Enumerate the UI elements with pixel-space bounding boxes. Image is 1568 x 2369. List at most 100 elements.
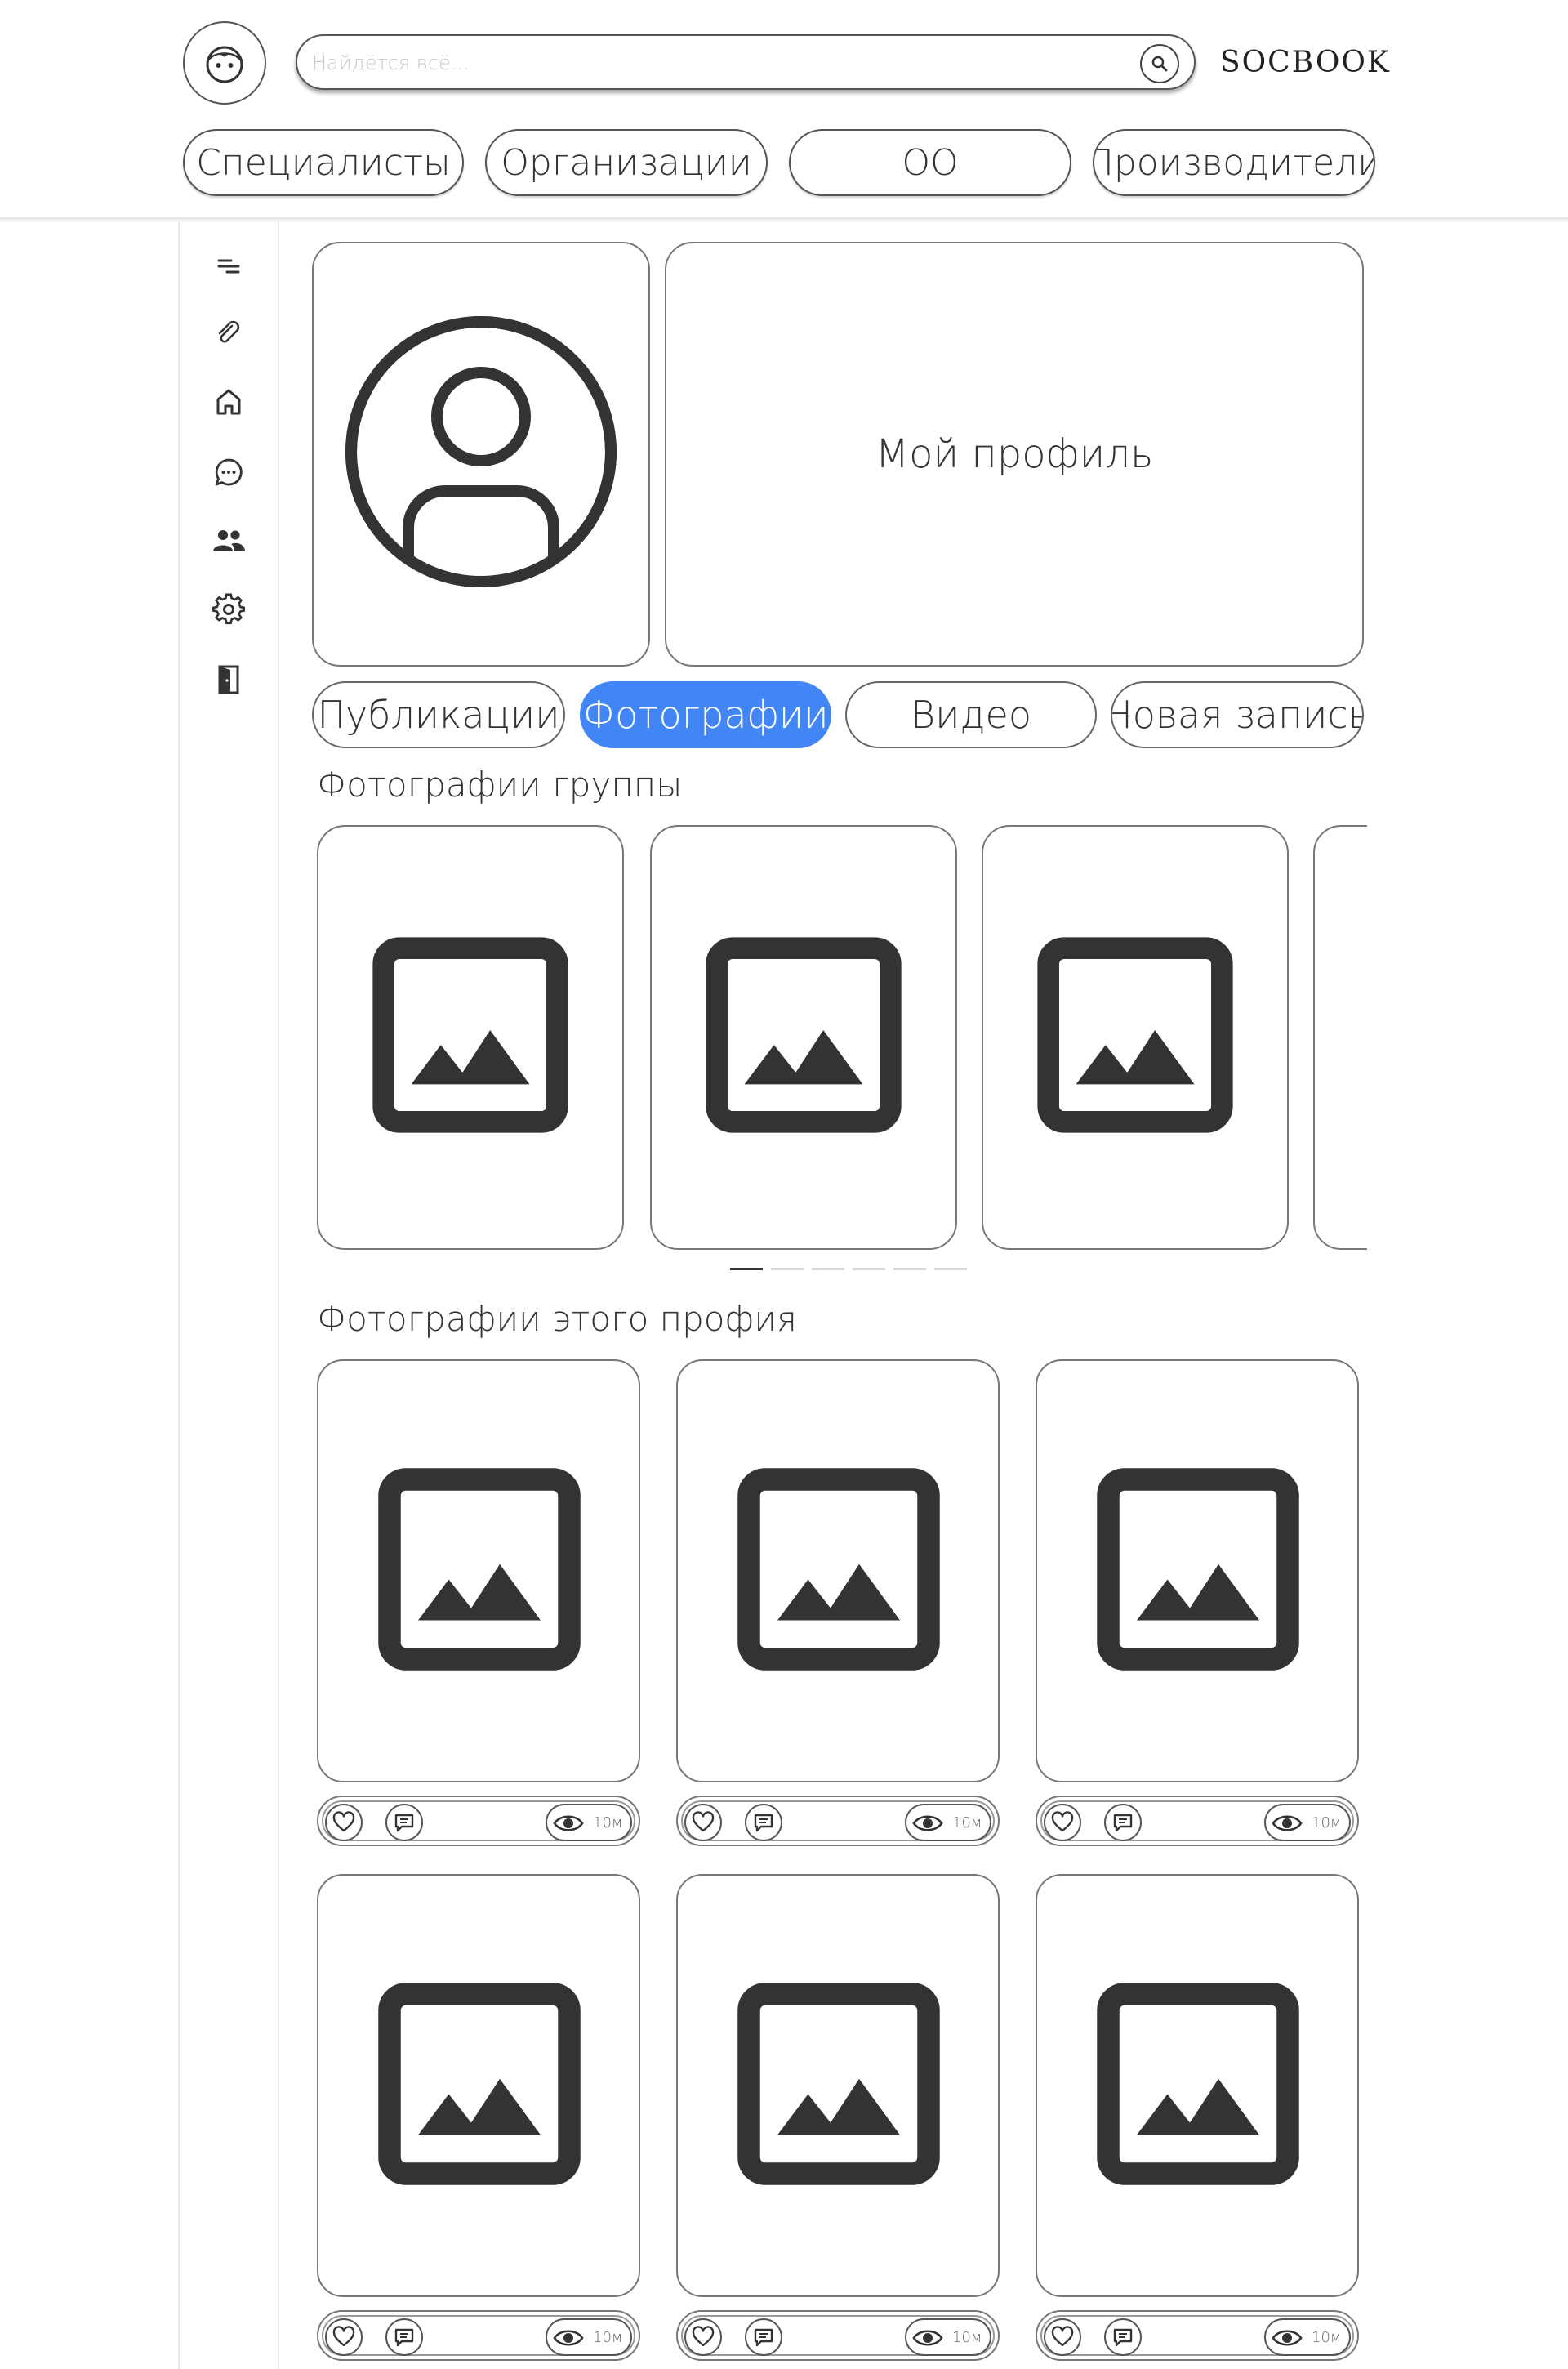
heart-icon (692, 1811, 715, 1832)
views-count: 10м (952, 2329, 982, 2346)
carousel-dot[interactable] (812, 1268, 844, 1270)
group-photo-card[interactable] (317, 825, 624, 1250)
carousel-dot[interactable] (730, 1268, 763, 1270)
carousel-dot[interactable] (771, 1268, 804, 1270)
user-avatar-icon (345, 316, 617, 587)
sidebar-item-home[interactable] (211, 384, 247, 420)
chat-icon (215, 458, 243, 486)
photo-actions-bar: 10м (676, 1796, 1000, 1846)
photo-actions-bar: 10м (1036, 1796, 1359, 1846)
comment-icon (754, 2328, 773, 2347)
image-placeholder-icon (706, 937, 902, 1133)
sidebar (178, 222, 279, 2369)
views-counter: 10м (546, 1804, 632, 1841)
eye-icon (553, 2330, 584, 2346)
home-icon (216, 389, 241, 415)
carousel-dot[interactable] (934, 1268, 967, 1270)
photo-actions-bar: 10м (317, 1796, 640, 1846)
image-placeholder-icon (378, 1983, 581, 2185)
category-organizations-button[interactable]: Организации (485, 129, 768, 196)
tab-video[interactable]: Видео (845, 681, 1097, 748)
group-photos-title: Фотографии группы (317, 765, 683, 805)
like-button[interactable] (684, 2318, 722, 2356)
profile-photo-card[interactable] (317, 1359, 640, 1782)
comment-button[interactable] (1104, 2318, 1142, 2356)
profile-avatar-card[interactable] (312, 242, 650, 667)
sidebar-item-settings[interactable] (211, 591, 247, 627)
tab-photos[interactable]: Фотографии (580, 681, 831, 748)
comment-button[interactable] (1104, 1804, 1142, 1841)
photo-actions-bar: 10м (1036, 2310, 1359, 2361)
group-photos-carousel[interactable] (314, 822, 1367, 1255)
comment-button[interactable] (745, 1804, 782, 1841)
views-counter: 10м (546, 2318, 632, 2356)
category-oo-button[interactable]: ОО (789, 129, 1071, 196)
sidebar-item-messages[interactable] (211, 454, 247, 490)
views-count: 10м (593, 2329, 623, 2346)
category-specialists-button[interactable]: Специалисты (183, 129, 464, 196)
profile-photo-card[interactable] (676, 1874, 1000, 2297)
views-counter: 10м (1264, 1804, 1351, 1841)
profile-title: Мой профиль (875, 431, 1154, 477)
heart-icon (332, 1811, 355, 1832)
image-placeholder-icon (378, 1468, 581, 1671)
like-button[interactable] (684, 1804, 722, 1841)
comment-button[interactable] (385, 2318, 423, 2356)
views-counter: 10м (905, 1804, 991, 1841)
sidebar-item-attachments[interactable] (211, 315, 247, 351)
profile-photo-card[interactable] (1036, 1359, 1359, 1782)
search-bar (296, 34, 1196, 90)
heart-icon (1051, 1811, 1074, 1832)
tab-publications[interactable]: Публикации (312, 681, 565, 748)
heart-icon (692, 2326, 715, 2347)
profile-photo-card[interactable] (676, 1359, 1000, 1782)
carousel-dot[interactable] (893, 1268, 926, 1270)
like-button[interactable] (1044, 1804, 1081, 1841)
image-placeholder-icon (1348, 917, 1367, 1153)
profile-photo-card[interactable] (1036, 1874, 1359, 2297)
profile-photo-card[interactable] (317, 1874, 640, 2297)
views-count: 10м (593, 1814, 623, 1831)
eye-icon (912, 1815, 943, 1831)
views-count: 10м (1312, 2329, 1342, 2346)
comment-icon (754, 1814, 773, 1832)
photo-actions-bar: 10м (676, 2310, 1000, 2361)
views-counter: 10м (905, 2318, 991, 2356)
like-button[interactable] (325, 2318, 363, 2356)
group-photo-card[interactable] (1313, 825, 1367, 1250)
search-icon (1152, 56, 1168, 72)
comment-icon (1113, 1814, 1133, 1832)
eye-icon (553, 1815, 584, 1831)
comment-icon (394, 1814, 414, 1832)
views-counter: 10м (1264, 2318, 1351, 2356)
photo-actions-bar: 10м (317, 2310, 640, 2361)
sidebar-item-menu[interactable] (211, 247, 247, 283)
tab-new-post[interactable]: Новая запись (1111, 681, 1364, 748)
like-button[interactable] (1044, 2318, 1081, 2356)
menu-lines-icon (217, 259, 240, 274)
eye-icon (1272, 2330, 1303, 2346)
people-icon (213, 530, 245, 551)
heart-icon (332, 2326, 355, 2347)
comment-button[interactable] (385, 1804, 423, 1841)
carousel-dot[interactable] (853, 1268, 885, 1270)
search-button[interactable] (1140, 44, 1179, 83)
like-button[interactable] (325, 1804, 363, 1841)
heart-icon (1051, 2326, 1074, 2347)
group-photo-card[interactable] (982, 825, 1289, 1250)
comment-icon (1113, 2328, 1133, 2347)
profile-photos-title: Фотографии этого профия (317, 1299, 797, 1339)
sidebar-item-logout[interactable] (211, 662, 247, 698)
image-placeholder-icon (1097, 1468, 1299, 1671)
image-placeholder-icon (737, 1983, 940, 2185)
search-input[interactable] (310, 44, 1130, 82)
comment-button[interactable] (745, 2318, 782, 2356)
views-count: 10м (952, 1814, 982, 1831)
category-manufacturers-button[interactable]: Производители (1093, 129, 1375, 196)
comment-icon (394, 2328, 414, 2347)
profile-logo-button[interactable] (183, 21, 266, 105)
image-placeholder-icon (737, 1468, 940, 1671)
image-placeholder-icon (372, 937, 568, 1133)
group-photo-card[interactable] (650, 825, 957, 1250)
sidebar-item-friends[interactable] (211, 523, 247, 559)
